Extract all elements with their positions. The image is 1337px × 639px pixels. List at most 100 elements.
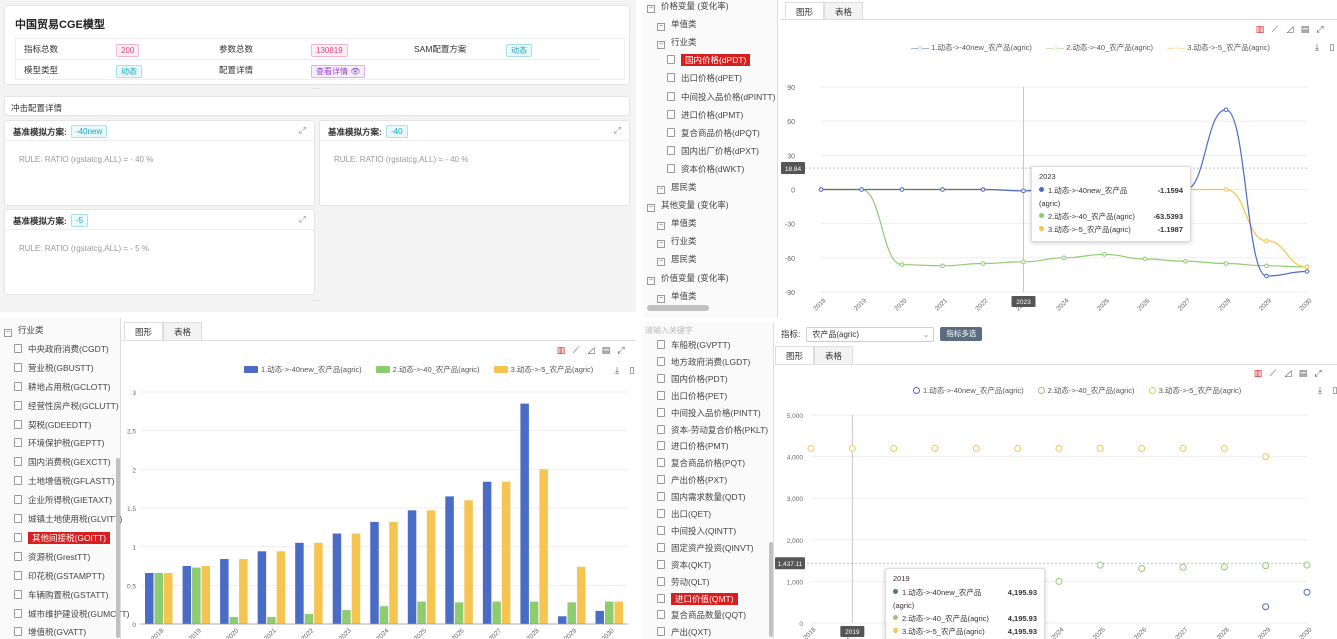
bar[interactable] (295, 542, 304, 624)
collapse-icon[interactable]: − (647, 204, 655, 213)
tree-group[interactable]: − 单值类 (647, 287, 697, 305)
tree-item[interactable]: 企业所得税(GIETAXT) (4, 491, 112, 509)
tree-item[interactable]: 城市维护建设税(GUMCTT) (4, 605, 130, 623)
copy-icon[interactable]: ▯ (1330, 385, 1337, 396)
data-point[interactable] (1223, 107, 1229, 113)
bar[interactable] (454, 602, 464, 624)
line-chart-icon[interactable]: ⟋ (571, 345, 581, 356)
copy-icon[interactable]: ▯ (627, 365, 636, 376)
stack-chart-icon[interactable]: ▤ (1298, 368, 1308, 379)
collapse-icon[interactable]: − (647, 276, 655, 285)
expand-icon[interactable]: ⤢ (299, 125, 306, 136)
line-chart-icon[interactable]: ⟋ (1270, 24, 1280, 35)
bar[interactable] (426, 510, 436, 624)
stack-chart-icon[interactable]: ▤ (601, 345, 611, 356)
bar[interactable] (220, 559, 229, 624)
tree-item[interactable]: 城镇土地使用税(GLVITT) (4, 510, 122, 528)
tree-item[interactable]: 车辆购置税(GSTATT) (4, 586, 108, 604)
data-point[interactable] (1304, 264, 1310, 270)
tree-item[interactable]: 复合商品数量(QQT) (647, 606, 746, 624)
tree-group[interactable]: − 行业类 (647, 33, 697, 51)
bar[interactable] (417, 601, 426, 624)
legend-item[interactable]: 1.动态->-40new_农产品(agric) (244, 364, 362, 375)
data-point[interactable] (1021, 259, 1026, 265)
bar[interactable] (314, 542, 323, 624)
tree-item[interactable]: 进口价格(PMT) (647, 437, 729, 455)
tree-item[interactable]: 环境保护税(GEPTT) (4, 434, 105, 452)
bar[interactable] (529, 601, 539, 624)
tree-item[interactable]: 国内出厂价格(dPXT) (647, 142, 759, 160)
tree-item[interactable]: 地方政府消费(LGDT) (647, 353, 750, 371)
tree-item[interactable]: 契税(GDEEDTT) (4, 416, 91, 434)
tree-item[interactable]: 耕地占用税(GCLOTT) (4, 378, 111, 396)
tree-item[interactable]: 国内价格(dPDT) (647, 51, 751, 69)
data-point[interactable] (1264, 238, 1269, 244)
vertical-scrollbar[interactable] (116, 458, 120, 638)
tab-chart[interactable]: 图形 (785, 2, 825, 20)
tree-item[interactable]: 出口价格(dPET) (647, 69, 742, 87)
data-point[interactable] (980, 187, 986, 192)
scatter-point[interactable] (1262, 453, 1270, 461)
collapse-icon[interactable]: − (657, 41, 665, 50)
tree-item[interactable]: 产出价格(PXT) (647, 471, 727, 489)
tree-item[interactable]: 经营性房产税(GCLUTT) (4, 397, 119, 415)
data-point[interactable] (1021, 188, 1026, 194)
bar[interactable] (389, 521, 398, 624)
bar[interactable] (182, 566, 192, 624)
scatter-point[interactable] (1262, 562, 1270, 570)
bar[interactable] (614, 601, 623, 624)
bar[interactable] (154, 572, 164, 624)
data-point[interactable] (1264, 273, 1269, 279)
bar[interactable] (351, 533, 361, 624)
tree-group[interactable]: − 居民类 (647, 250, 697, 268)
resize-handle-bottom[interactable]: ··· (306, 297, 326, 305)
bar[interactable] (267, 617, 276, 624)
tree-item[interactable]: 进口价值(QMT) (647, 590, 738, 608)
tree-item[interactable]: 其他间接税(GOITT) (4, 529, 111, 547)
tree-item[interactable]: 出口价格(PET) (647, 387, 727, 405)
data-point[interactable] (818, 187, 824, 192)
bar[interactable] (342, 610, 351, 624)
bar-chart-icon[interactable]: ▥ (1255, 24, 1265, 35)
legend-item[interactable]: 3.动态->-5_农产品(agric) (493, 364, 593, 375)
tree-group[interactable]: − 其他变量 (变化率) (647, 196, 729, 214)
tree-search-input[interactable]: 请输入关键字 (645, 325, 693, 336)
indicator-select[interactable]: 农产品(agric) ⌄ (806, 326, 935, 342)
collapse-icon[interactable]: − (657, 23, 665, 32)
data-point[interactable] (980, 261, 986, 266)
bar[interactable] (332, 533, 342, 624)
data-point[interactable] (1102, 252, 1107, 257)
data-point[interactable] (859, 187, 864, 192)
tree-item[interactable]: 复合商品价格(dPQT) (647, 124, 760, 142)
scatter-point[interactable] (1220, 444, 1228, 452)
scatter-point[interactable] (1055, 444, 1063, 452)
scatter-point[interactable] (972, 444, 980, 452)
tree-group[interactable]: − 居民类 (647, 178, 697, 196)
collapse-icon[interactable]: − (657, 222, 665, 231)
collapse-icon[interactable]: − (657, 186, 665, 194)
vertical-scrollbar[interactable] (769, 542, 773, 637)
bar[interactable] (539, 469, 548, 624)
scatter-point[interactable] (807, 444, 815, 452)
fullscreen-icon[interactable]: ⤢ (1315, 24, 1325, 35)
bar[interactable] (379, 606, 389, 624)
tree-group[interactable]: − 单值类 (647, 214, 697, 232)
scatter-point[interactable] (890, 444, 898, 452)
collapse-icon[interactable]: − (657, 258, 665, 267)
tree-group[interactable]: − 价值变量 (变化率) (647, 269, 729, 287)
tree-item[interactable]: 国内价格(PDT) (647, 370, 728, 388)
data-point[interactable] (1061, 255, 1067, 261)
scatter-point[interactable] (1014, 444, 1022, 452)
scatter-point[interactable] (1096, 561, 1104, 569)
legend-item[interactable]: 1.动态->-40new_农产品(agric) (913, 385, 1024, 396)
data-point[interactable] (1304, 269, 1310, 274)
bar[interactable] (482, 481, 492, 624)
data-point[interactable] (940, 263, 945, 269)
bar[interactable] (229, 617, 239, 624)
multi-select-button[interactable]: 指标多选 (940, 327, 983, 341)
tree-item[interactable]: 进口价格(dPMT) (647, 106, 743, 124)
scatter-point[interactable] (931, 444, 939, 452)
horizontal-scrollbar[interactable] (647, 305, 709, 311)
bar[interactable] (304, 613, 314, 624)
line-chart-icon[interactable]: ⟋ (1268, 368, 1278, 379)
